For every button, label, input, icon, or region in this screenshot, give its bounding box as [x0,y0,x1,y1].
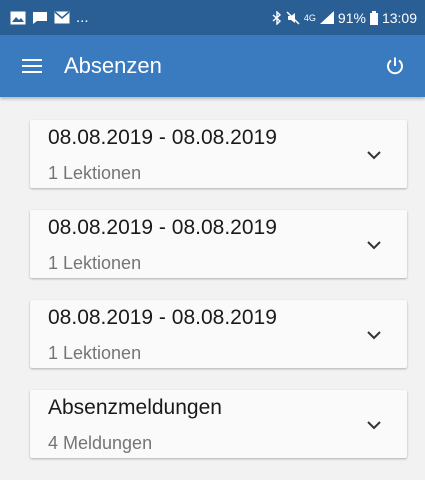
card-subtitle: 4 Meldungen [48,433,153,453]
page-title: Absenzen [64,53,162,78]
battery-percent: 91% [337,9,366,26]
hamburger-menu-icon [22,59,42,73]
mute-icon [286,10,300,25]
app-bar: Absenzen [0,35,425,97]
absence-card[interactable]: 08.08.2019 - 08.08.2019 1 Lektionen [30,210,407,278]
mail-icon [54,11,70,24]
card-title: Absenzmeldungen [48,396,222,419]
chevron-down-icon[interactable] [366,420,382,430]
menu-button[interactable] [22,54,46,78]
absence-card[interactable]: 08.08.2019 - 08.08.2019 1 Lektionen [30,120,407,188]
card-subtitle: 1 Lektionen [48,163,142,183]
image-icon [10,11,26,25]
card-title: 08.08.2019 - 08.08.2019 [48,216,277,239]
bluetooth-icon [272,10,282,25]
status-bar-system: 4G 91% 13:09 [272,10,417,26]
card-subtitle: 1 Lektionen [48,253,142,273]
signal-icon [319,11,334,24]
chevron-down-icon[interactable] [366,330,382,340]
more-notifications: ... [76,9,89,26]
status-bar-notifications: ... [10,9,89,26]
chevron-down-icon[interactable] [366,240,382,250]
absence-reports-card[interactable]: Absenzmeldungen 4 Meldungen [30,390,407,458]
status-bar: ... 4G 91% 13:09 [0,0,425,35]
card-title: 08.08.2019 - 08.08.2019 [48,126,277,149]
message-icon [32,11,48,25]
absence-list: 08.08.2019 - 08.08.2019 1 Lektionen 08.0… [30,120,407,480]
battery-icon [369,10,378,25]
network-type: 4G [303,12,316,23]
power-icon [387,57,403,75]
absence-card[interactable]: 08.08.2019 - 08.08.2019 1 Lektionen [30,300,407,368]
card-subtitle: 1 Lektionen [48,343,142,363]
card-title: 08.08.2019 - 08.08.2019 [48,306,277,329]
clock: 13:09 [381,9,417,26]
logout-button[interactable] [379,50,411,82]
chevron-down-icon[interactable] [366,150,382,160]
